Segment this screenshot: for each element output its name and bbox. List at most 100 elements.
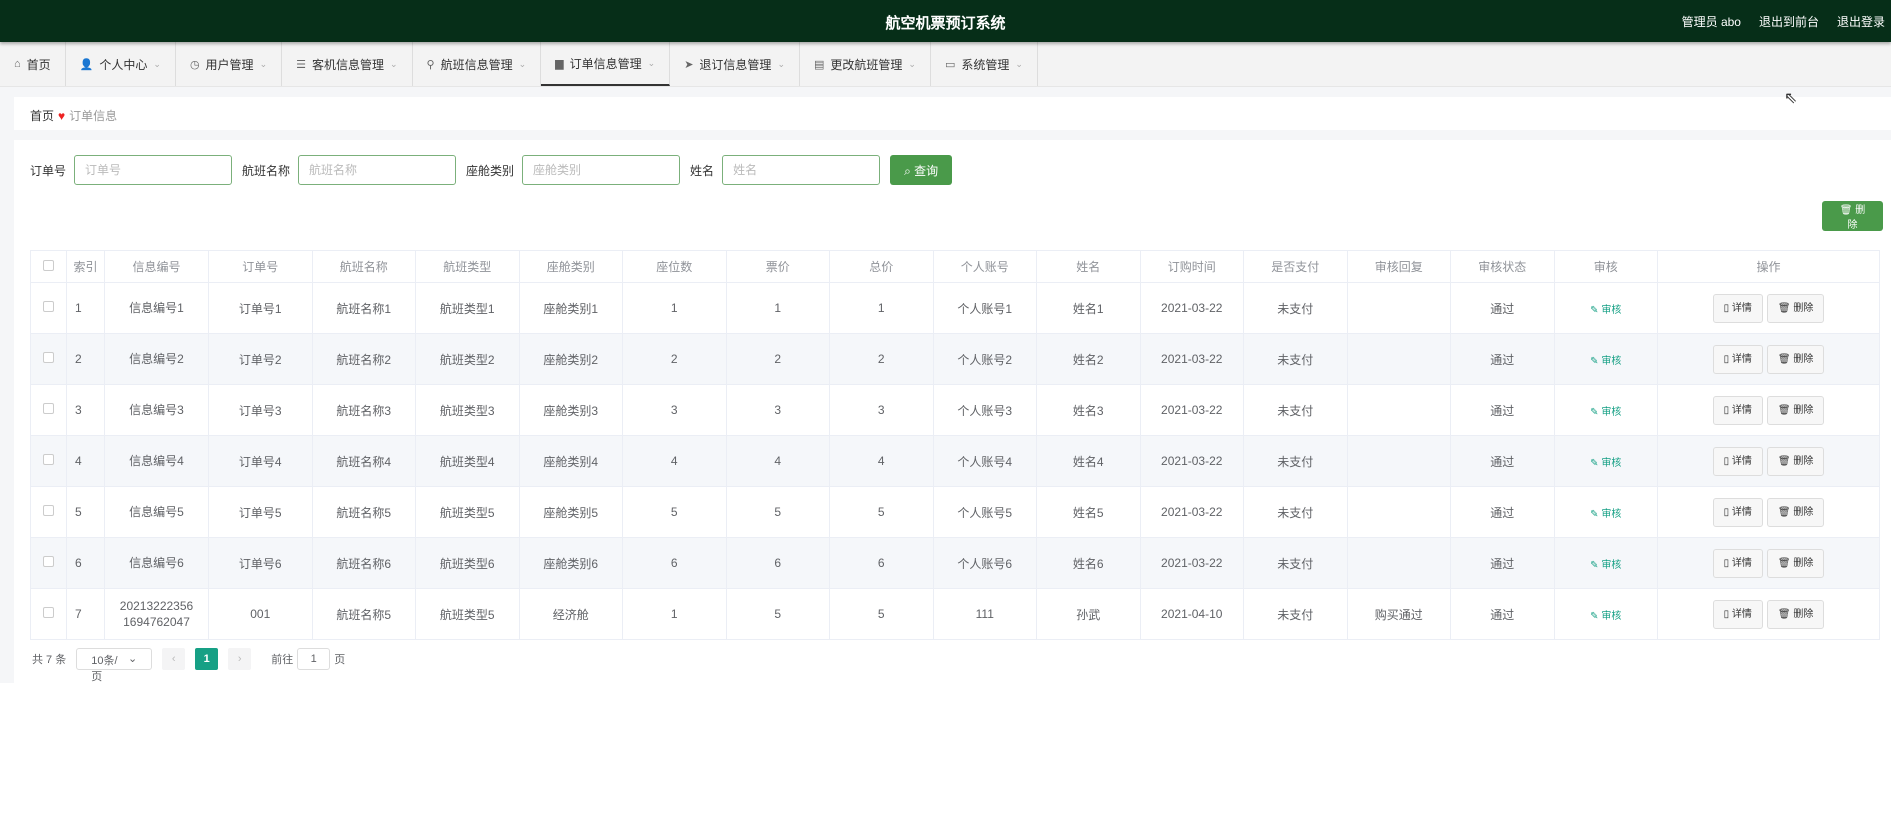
- delete-button[interactable]: 🗑 删除: [1766, 446, 1825, 476]
- search-input-2[interactable]: [522, 155, 681, 185]
- audit-label: 审核: [1601, 508, 1622, 520]
- table-cell: 2021-03-22: [1139, 486, 1244, 538]
- audit-link[interactable]: ✎ 审核: [1590, 509, 1621, 520]
- detail-button[interactable]: ▯ 详情: [1712, 599, 1763, 629]
- exit-to-front-link[interactable]: 退出到前台: [1759, 13, 1819, 30]
- search-input-1[interactable]: [298, 155, 457, 185]
- row-checkbox[interactable]: [30, 486, 67, 538]
- delete-button[interactable]: 🗑 删除: [1766, 293, 1825, 323]
- logout-link[interactable]: 退出登录: [1837, 13, 1885, 30]
- delete-button[interactable]: 🗑 删除: [1766, 548, 1825, 578]
- table-cell: 航班类型5: [415, 588, 520, 640]
- audit-link[interactable]: ✎ 审核: [1590, 611, 1621, 622]
- table-row: 2 信息编号2 订单号2 航班名称2 航班类型2 座舱类别2 2 2 2 个人账号2 姓名2 2021…: [30, 333, 1880, 385]
- search-input-0[interactable]: [74, 155, 233, 185]
- nav-item-3[interactable]: ☰ 客机信息管理 ⌄: [282, 42, 413, 86]
- search-label: 航班名称: [242, 163, 291, 178]
- table-cell: 订单号2: [208, 333, 313, 385]
- table-row: 7 202132223561694762047 001 航班名称5 航班类型5 经济舱 1 5…: [30, 588, 1880, 640]
- prev-page-button[interactable]: ‹: [162, 648, 186, 670]
- nav-item-label: 退订信息管理: [699, 57, 772, 72]
- nav-item-0[interactable]: ⌂ 首页: [0, 42, 66, 86]
- nav-item-label: 系统管理: [961, 57, 1010, 72]
- breadcrumb-home[interactable]: 首页: [30, 109, 54, 123]
- nav-item-5[interactable]: ▆ 订单信息管理 ⌄: [541, 42, 671, 86]
- page-1-button[interactable]: 1: [195, 648, 219, 670]
- table-cell: 个人账号4: [932, 435, 1037, 487]
- detail-button[interactable]: ▯ 详情: [1712, 293, 1763, 323]
- heart-icon: ♥: [58, 109, 66, 123]
- detail-label: 详情: [1731, 506, 1752, 518]
- query-button[interactable]: ⌕ 查询: [890, 155, 953, 185]
- row-checkbox[interactable]: [30, 282, 67, 334]
- delete-button[interactable]: 🗑 删除: [1766, 395, 1825, 425]
- table-cell: 经济舱: [518, 588, 623, 640]
- table-cell: 3: [66, 384, 105, 436]
- audit-link[interactable]: ✎ 审核: [1590, 407, 1621, 418]
- column-header: 座位数: [622, 250, 727, 283]
- goto-page-input[interactable]: 1: [297, 648, 331, 670]
- detail-button[interactable]: ▯ 详情: [1712, 497, 1763, 527]
- column-header: 订购时间: [1139, 250, 1244, 283]
- table-cell: 6: [66, 537, 105, 589]
- table-cell: 未支付: [1243, 486, 1348, 538]
- search-icon: ⌕: [904, 163, 911, 178]
- column-header: 订单号: [208, 250, 313, 283]
- table-cell: 航班名称2: [311, 333, 416, 385]
- audit-label: 审核: [1601, 559, 1622, 571]
- table-cell: 个人账号2: [932, 333, 1037, 385]
- table-cell: 未支付: [1243, 537, 1348, 589]
- table-cell: 航班类型3: [415, 384, 520, 436]
- delete-button[interactable]: 🗑 删除: [1766, 599, 1825, 629]
- detail-button[interactable]: ▯ 详情: [1712, 395, 1763, 425]
- nav-item-1[interactable]: 👤 个人中心 ⌄: [66, 42, 176, 86]
- nav-item-2[interactable]: ◷ 用户管理 ⌄: [176, 42, 283, 86]
- detail-button[interactable]: ▯ 详情: [1712, 548, 1763, 578]
- delete-button[interactable]: 🗑 删除: [1766, 497, 1825, 527]
- column-header: 航班名称: [311, 250, 416, 283]
- delete-button[interactable]: 🗑 删除: [1766, 344, 1825, 374]
- next-page-button[interactable]: ›: [228, 648, 252, 670]
- audit-link[interactable]: ✎ 审核: [1590, 560, 1621, 571]
- nav-item-4[interactable]: ⚲ 航班信息管理 ⌄: [413, 42, 542, 86]
- table-cell: 信息编号6: [104, 537, 209, 589]
- main-panel: 订单号航班名称座舱类别姓名⌕ 查询 🗑 删除 索引信息编号订单号航班名称航班类型…: [14, 140, 1891, 683]
- table-cell: 7: [66, 588, 105, 640]
- page-suffix: 页: [334, 654, 346, 666]
- page-size-select[interactable]: 10条/页 ⌄: [76, 648, 153, 683]
- row-checkbox[interactable]: [30, 537, 67, 589]
- batch-delete-button[interactable]: 🗑 删除: [1822, 201, 1883, 231]
- nav-item-7[interactable]: ▤ 更改航班管理 ⌄: [800, 42, 931, 86]
- table-cell: 1: [622, 282, 727, 334]
- detail-label: 详情: [1731, 404, 1752, 416]
- table-row: 1 信息编号1 订单号1 航班名称1 航班类型1 座舱类别1 1 1 1 个人账号1 姓名1 2021…: [30, 282, 1880, 334]
- nav-item-label: 首页: [26, 57, 51, 72]
- row-checkbox[interactable]: [30, 333, 67, 385]
- nav-item-6[interactable]: ➤ 退订信息管理 ⌄: [670, 42, 800, 86]
- table-cell: 2: [725, 333, 830, 385]
- table-cell: [1346, 333, 1451, 385]
- table-cell: 2021-03-22: [1139, 384, 1244, 436]
- row-checkbox[interactable]: [30, 384, 67, 436]
- table-cell: 5: [66, 486, 105, 538]
- detail-button[interactable]: ▯ 详情: [1712, 344, 1763, 374]
- search-label: 座舱类别: [466, 163, 515, 178]
- detail-button[interactable]: ▯ 详情: [1712, 446, 1763, 476]
- row-checkbox[interactable]: [30, 435, 67, 487]
- table-row: 5 信息编号5 订单号5 航班名称5 航班类型5 座舱类别5 5 5 5 个人账号5 姓名5 2021…: [30, 486, 1880, 538]
- chat-icon: ▭: [944, 58, 956, 71]
- table-cell: [1346, 282, 1451, 334]
- table-cell: 购买通过: [1346, 588, 1451, 640]
- row-checkbox[interactable]: [30, 588, 67, 640]
- table-cell: 202132223561694762047: [104, 588, 209, 640]
- audit-link[interactable]: ✎ 审核: [1590, 305, 1621, 316]
- nav-item-8[interactable]: ▭ 系统管理 ⌄: [931, 42, 1038, 86]
- detail-label: 详情: [1731, 353, 1752, 365]
- search-input-3[interactable]: [722, 155, 881, 185]
- audit-link[interactable]: ✎ 审核: [1590, 458, 1621, 469]
- table-cell: 航班类型5: [415, 486, 520, 538]
- column-header: 审核: [1553, 250, 1658, 283]
- audit-link[interactable]: ✎ 审核: [1590, 356, 1621, 367]
- table-cell: 6: [725, 537, 830, 589]
- select-all-checkbox[interactable]: [30, 250, 67, 283]
